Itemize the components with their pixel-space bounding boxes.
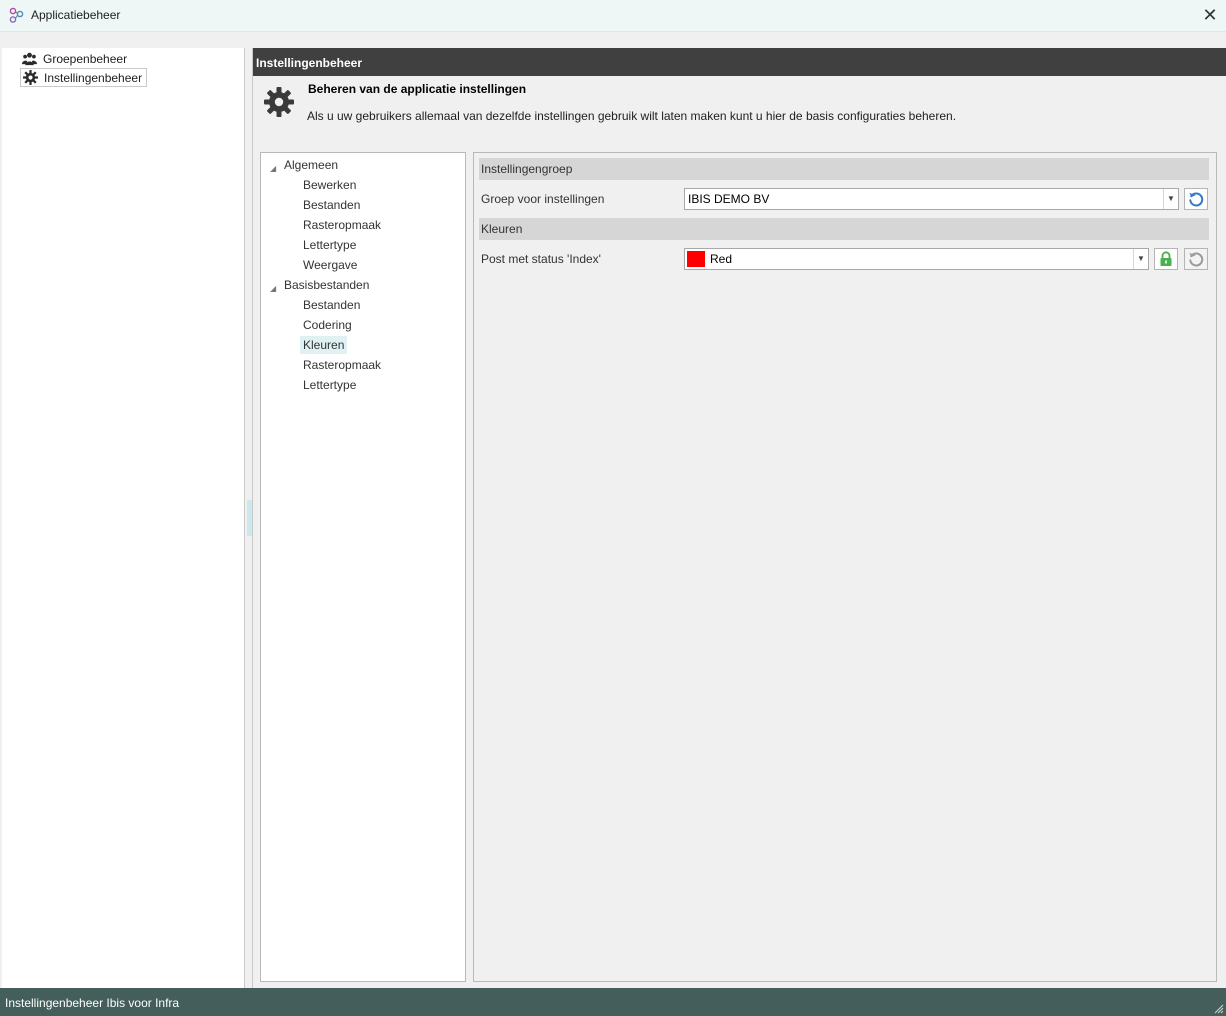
settings-tree: ◢ Algemeen Bewerken Bestanden Rasteropma… bbox=[260, 152, 466, 982]
reset-groep-button[interactable] bbox=[1184, 188, 1208, 210]
content-header: Instellingenbeheer bbox=[253, 48, 1226, 76]
reset-color-button[interactable] bbox=[1184, 248, 1208, 270]
setting-label-groep: Groep voor instellingen bbox=[481, 192, 605, 206]
tree-item-kleuren[interactable]: Kleuren bbox=[300, 336, 348, 354]
nav-item-instellingenbeheer[interactable]: Instellingenbeheer bbox=[20, 68, 148, 87]
nav-item-label: Groepenbeheer bbox=[43, 51, 128, 66]
group-header-instellingengroep: Instellingengroep bbox=[479, 158, 1209, 180]
close-button[interactable]: ✕ bbox=[1198, 4, 1222, 28]
splitter-handle[interactable] bbox=[247, 500, 252, 536]
expand-caret-icon[interactable]: ◢ bbox=[270, 164, 276, 173]
nav-item-groepenbeheer[interactable]: Groepenbeheer bbox=[20, 50, 131, 67]
expand-caret-icon[interactable]: ◢ bbox=[270, 284, 276, 293]
color-select[interactable]: Red ▼ bbox=[684, 248, 1149, 270]
navigation-panel: Groepenbeheer Instellingenbeheer bbox=[2, 48, 245, 988]
groep-select[interactable]: IBIS DEMO BV ▼ bbox=[684, 188, 1179, 210]
tree-item-bestanden[interactable]: Bestanden bbox=[303, 196, 360, 214]
window-title: Applicatiebeheer bbox=[31, 8, 121, 22]
settings-panel bbox=[473, 152, 1217, 982]
page-title: Beheren van de applicatie instellingen bbox=[308, 82, 527, 96]
color-swatch bbox=[687, 251, 705, 267]
page-description: Als u uw gebruikers allemaal van dezelfd… bbox=[307, 109, 957, 123]
tree-item-lettertype[interactable]: Lettertype bbox=[303, 376, 356, 394]
tree-group-algemeen[interactable]: Algemeen bbox=[284, 156, 338, 174]
chevron-down-icon: ▼ bbox=[1133, 249, 1148, 269]
groep-select-value: IBIS DEMO BV bbox=[688, 192, 770, 206]
lock-icon bbox=[1160, 251, 1172, 266]
tree-item-lettertype[interactable]: Lettertype bbox=[303, 236, 356, 254]
color-select-value: Red bbox=[710, 252, 733, 266]
setting-label-post-index: Post met status 'Index' bbox=[481, 252, 601, 266]
tree-item-weergave[interactable]: Weergave bbox=[303, 256, 357, 274]
reset-icon bbox=[1189, 252, 1204, 267]
resize-grip-icon[interactable] bbox=[1212, 1002, 1224, 1014]
close-icon: ✕ bbox=[1202, 5, 1218, 25]
app-logo-icon bbox=[9, 7, 24, 23]
group-header-kleuren: Kleuren bbox=[479, 218, 1209, 240]
tree-item-bestanden[interactable]: Bestanden bbox=[303, 296, 360, 314]
lock-button[interactable] bbox=[1154, 248, 1178, 270]
nav-item-label: Instellingenbeheer bbox=[44, 70, 143, 85]
tree-item-rasteropmaak[interactable]: Rasteropmaak bbox=[303, 356, 381, 374]
users-icon bbox=[22, 52, 37, 66]
tree-item-codering[interactable]: Codering bbox=[303, 316, 352, 334]
settings-gear-icon bbox=[264, 87, 294, 117]
tree-group-basisbestanden[interactable]: Basisbestanden bbox=[284, 276, 369, 294]
tree-item-rasteropmaak[interactable]: Rasteropmaak bbox=[303, 216, 381, 234]
title-bar bbox=[0, 0, 1226, 32]
status-bar: Instellingenbeheer Ibis voor Infra bbox=[0, 988, 1226, 1016]
tree-item-bewerken[interactable]: Bewerken bbox=[303, 176, 356, 194]
frame-strip bbox=[0, 32, 1226, 48]
reset-icon bbox=[1189, 192, 1204, 207]
gear-icon bbox=[23, 70, 38, 85]
chevron-down-icon: ▼ bbox=[1163, 189, 1178, 209]
